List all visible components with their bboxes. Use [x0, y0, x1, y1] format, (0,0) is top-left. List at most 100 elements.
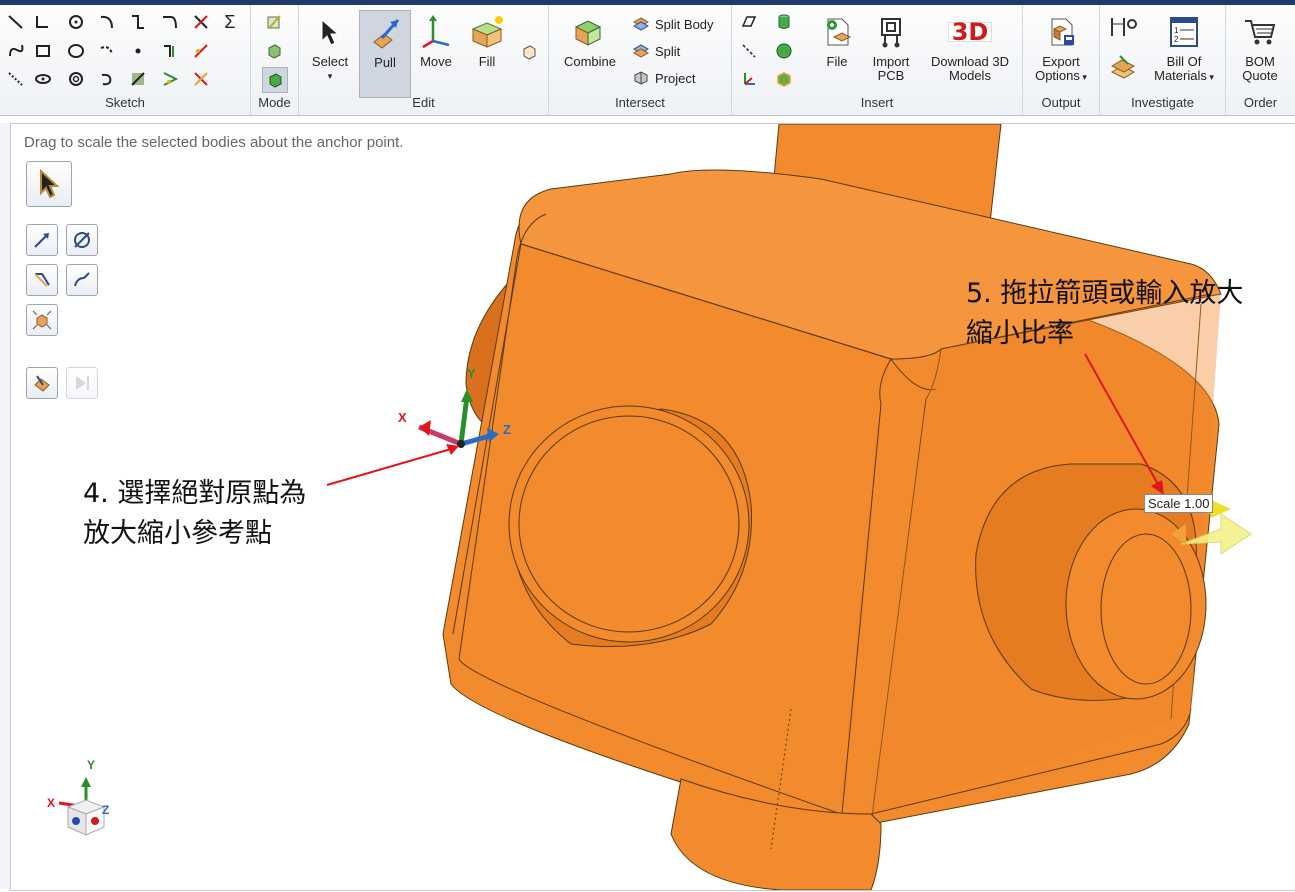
split-icon [631, 41, 651, 61]
export-options-icon [1042, 13, 1080, 51]
revolve-icon[interactable] [66, 224, 98, 256]
bend-tool-icon[interactable] [191, 41, 211, 61]
draft-icon[interactable] [66, 264, 98, 296]
triad-y-label: Y [467, 366, 476, 381]
spline-tool-icon[interactable] [128, 12, 148, 32]
bill-of-materials-icon: 12 [1165, 13, 1203, 51]
sketch-group-label: Sketch [105, 95, 145, 110]
split-line-icon[interactable] [191, 69, 211, 89]
bill-of-materials-button[interactable]: 12 Bill Of Materials ▾ [1146, 13, 1222, 84]
split-button[interactable]: Split [631, 41, 680, 61]
edit-group-label: Edit [412, 95, 435, 110]
origin-icon[interactable] [739, 69, 759, 89]
bom-quote-button[interactable]: BOM Quote [1232, 13, 1288, 83]
split-body-button[interactable]: Split Body [631, 14, 714, 34]
design-canvas[interactable]: Drag to scale the selected bodies about … [10, 123, 1295, 891]
viewcube-y-label: Y [87, 758, 96, 772]
equation-icon[interactable]: Σ [220, 12, 240, 32]
viewcube-z-label: Z [102, 803, 110, 817]
trim-tool-icon[interactable] [191, 12, 211, 32]
order-group: BOM Quote Order [1226, 5, 1295, 115]
svg-text:1: 1 [1174, 26, 1179, 35]
combine-tool-icon [571, 13, 609, 51]
rectangle-spline-icon[interactable] [6, 41, 26, 61]
pull-direction-icon[interactable] [26, 224, 58, 256]
svg-text:2: 2 [1174, 35, 1179, 44]
order-group-label: Order [1243, 95, 1278, 110]
measure-icon[interactable] [1108, 17, 1138, 37]
line-tool-icon[interactable] [6, 12, 26, 32]
scale-value-input[interactable]: Scale 1.00 [1144, 494, 1214, 513]
move-button[interactable]: Move [414, 13, 458, 69]
left-boss[interactable] [508, 405, 752, 647]
select-arrow-icon [311, 13, 349, 51]
fill-tool-icon [468, 13, 506, 51]
triad-x-label: X [398, 410, 407, 425]
3d-mode-icon[interactable] [262, 67, 288, 93]
callout-step-5: 5. 拖拉箭頭或輸入放大 縮小比率 [966, 278, 1244, 349]
point-tool-icon[interactable] [128, 41, 148, 61]
shopping-cart-icon [1241, 13, 1279, 51]
move-tool-icon [417, 13, 455, 51]
sphere-icon[interactable] [774, 41, 794, 61]
arc-tool-icon[interactable] [97, 12, 117, 32]
pull-button[interactable]: Pull [359, 10, 411, 98]
section-mode-icon[interactable] [264, 41, 284, 61]
pull-tool-icon [366, 14, 404, 52]
download-3d-models-button[interactable]: 3D Download 3D Models [924, 13, 1016, 83]
mode-group: Mode [251, 5, 299, 115]
offset-curve-icon[interactable] [160, 41, 180, 61]
annotation-arrow-4 [326, 448, 452, 486]
project-icon [631, 68, 651, 88]
insert-group-label: Insert [860, 95, 894, 110]
ellipse-tool-icon[interactable] [66, 41, 86, 61]
create-rounds-icon[interactable] [128, 69, 148, 89]
next-step-icon[interactable] [66, 367, 98, 399]
tangent-line-icon[interactable] [33, 12, 53, 32]
investigate-group: 12 Bill Of Materials ▾ Investigate [1100, 5, 1226, 115]
axis-icon[interactable] [739, 41, 759, 61]
sweep-arc-2-icon[interactable] [97, 69, 117, 89]
insert-group: File Import PCB 3D Download 3D Models In… [732, 5, 1023, 115]
sweep-arc-icon[interactable] [160, 12, 180, 32]
ribbon: Σ Sketch Mode Select ▾ Pull Move Fill Ed… [0, 5, 1295, 116]
view-orientation-cube[interactable] [58, 777, 106, 836]
scale-body-icon[interactable] [26, 304, 58, 336]
download-3d-icon: 3D [947, 13, 993, 51]
shell-tool-icon[interactable] [519, 42, 539, 62]
shell-body-icon[interactable] [774, 69, 794, 89]
insert-file-button[interactable]: File [812, 13, 862, 69]
project-button[interactable]: Project [631, 68, 695, 88]
cylinder-icon[interactable] [774, 12, 794, 32]
polygon-tool-icon[interactable] [66, 69, 86, 89]
circle-tool-icon[interactable] [66, 12, 86, 32]
hint-text: Drag to scale the selected bodies about … [24, 134, 404, 151]
construction-line-icon[interactable] [6, 69, 26, 89]
slot-tool-icon[interactable] [33, 69, 53, 89]
rectangle-tool-icon[interactable] [33, 41, 53, 61]
complete-icon[interactable] [26, 367, 58, 399]
import-pcb-button[interactable]: Import PCB [866, 13, 916, 83]
output-group-label: Output [1041, 95, 1081, 110]
select-tool-palette-button[interactable] [26, 161, 72, 207]
mode-group-label: Mode [258, 95, 291, 110]
edit-group: Select ▾ Pull Move Fill Edit [299, 5, 549, 115]
sweep-icon[interactable] [26, 264, 58, 296]
callout-step-4: 4. 選擇絕對原點為 放大縮小參考點 [83, 478, 307, 549]
sketch-group: Σ Sketch [0, 5, 251, 115]
three-point-arc-icon[interactable] [97, 41, 117, 61]
viewcube-x-label: X [47, 796, 56, 810]
plane-icon[interactable] [739, 12, 759, 32]
fill-button[interactable]: Fill [465, 13, 509, 69]
split-body-icon [631, 14, 651, 34]
quality-check-icon[interactable] [1108, 55, 1138, 79]
investigate-group-label: Investigate [1131, 95, 1194, 110]
intersect-group-label: Intersect [615, 95, 665, 110]
export-options-button[interactable]: Export Options ▾ [1031, 13, 1091, 84]
select-button[interactable]: Select ▾ [307, 13, 353, 83]
sketch-mode-icon[interactable] [264, 12, 284, 32]
import-pcb-icon [872, 13, 910, 51]
insert-file-icon [818, 13, 856, 51]
combine-button[interactable]: Combine [557, 13, 623, 69]
project-to-sketch-icon[interactable] [160, 69, 180, 89]
